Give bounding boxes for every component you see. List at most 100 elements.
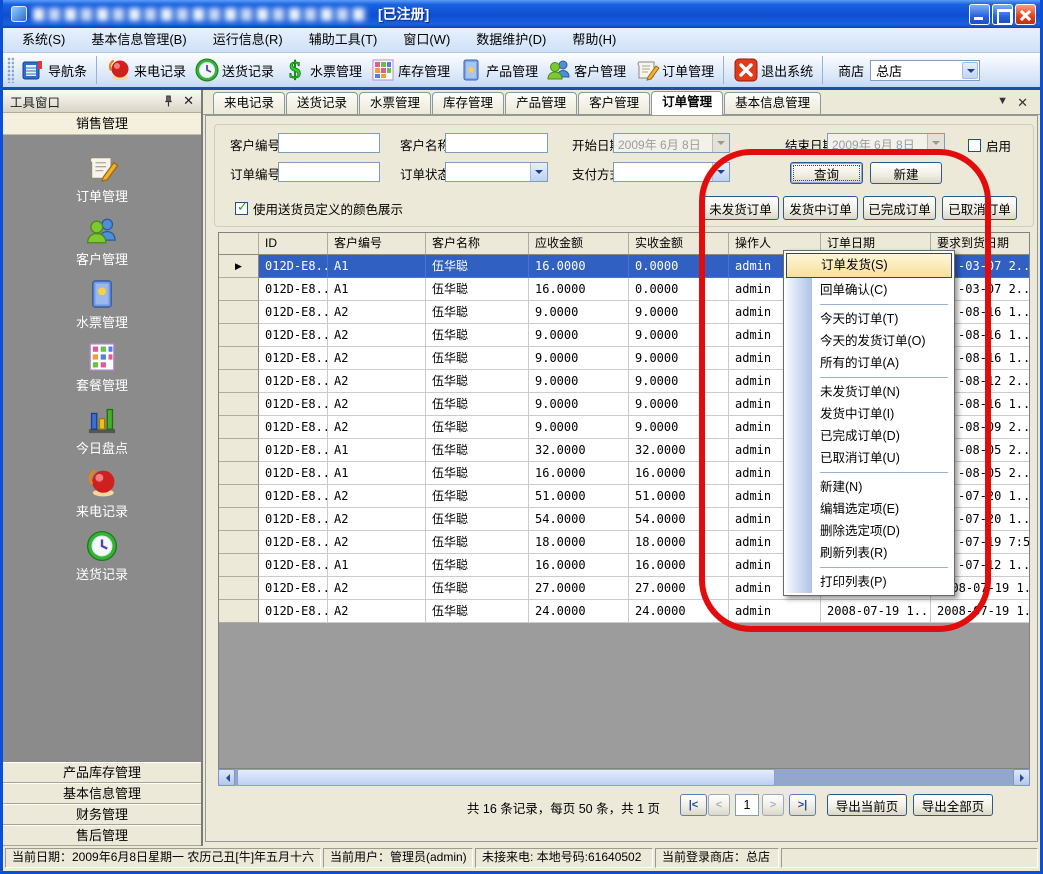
order-status-filter-button[interactable]: 未发货订单 (702, 196, 779, 220)
order-no-input[interactable] (278, 162, 380, 182)
toolbar-button[interactable]: 客户管理 (542, 55, 630, 85)
tab-item[interactable]: 客户管理 (578, 92, 650, 114)
last-page-button[interactable]: >| (789, 794, 816, 816)
column-header[interactable]: 应收金额 (529, 233, 629, 255)
row-selector-cell[interactable] (219, 600, 259, 623)
menu-item[interactable]: 运行信息(R) (200, 28, 296, 52)
menu-item[interactable]: 系统(S) (9, 28, 78, 52)
menu-item[interactable]: 基本信息管理(B) (78, 28, 199, 52)
toolbar-grip[interactable] (7, 57, 14, 83)
row-selector-cell[interactable] (219, 301, 259, 324)
row-selector-cell[interactable] (219, 554, 259, 577)
sidebar-item[interactable]: 来电记录 (76, 466, 128, 529)
row-selector-cell[interactable] (219, 347, 259, 370)
context-menu-item[interactable]: 今天的发货订单(O) (786, 330, 952, 352)
context-menu-item[interactable]: 新建(N) (786, 476, 952, 498)
enable-date-checkbox[interactable] (968, 139, 981, 152)
sidebar-item[interactable]: 水票管理 (76, 277, 128, 340)
column-header[interactable]: 客户名称 (426, 233, 529, 255)
tab-item[interactable]: 来电记录 (213, 92, 285, 114)
order-status-filter-button[interactable]: 已完成订单 (863, 196, 936, 220)
toolbar-button[interactable]: 库存管理 (366, 55, 454, 85)
order-status-select[interactable] (445, 162, 548, 182)
column-header[interactable]: 客户编号 (328, 233, 426, 255)
tab-close-icon[interactable] (1017, 95, 1028, 111)
sidebar-section-bar[interactable]: 产品库存管理 (3, 762, 201, 783)
first-page-button[interactable]: |< (680, 794, 707, 816)
minimize-button[interactable] (969, 4, 990, 25)
new-button[interactable]: 新建 (870, 162, 942, 184)
sidebar-item[interactable]: 送货记录 (76, 529, 128, 592)
tab-item[interactable]: 产品管理 (505, 92, 577, 114)
shop-select[interactable]: 总店 (870, 60, 980, 81)
sidebar-section-bar[interactable]: 财务管理 (3, 804, 201, 825)
toolbar-button[interactable]: 订单管理 (630, 55, 718, 85)
context-menu-item[interactable]: 编辑选定项(E) (786, 498, 952, 520)
query-button[interactable]: 查询 (790, 162, 863, 184)
context-menu-item[interactable]: 删除选定项(D) (786, 520, 952, 542)
context-menu-item[interactable]: 打印列表(P) (786, 571, 952, 593)
scroll-right-arrow-icon[interactable] (1013, 769, 1030, 786)
table-row[interactable]: 012D-E8...A2伍华聪24.000024.0000admin2008-0… (219, 600, 1029, 623)
sidebar-item[interactable]: 今日盘点 (76, 403, 128, 466)
row-selector-cell[interactable] (219, 485, 259, 508)
start-date-picker[interactable]: 2009年 6月 8日 (613, 133, 730, 153)
row-selector-cell[interactable] (219, 439, 259, 462)
toolbar-button[interactable]: 退出系统 (729, 55, 817, 85)
delivery-color-checkbox[interactable] (235, 202, 248, 215)
order-status-filter-button[interactable]: 发货中订单 (783, 196, 858, 220)
sidebar-section-bar[interactable]: 基本信息管理 (3, 783, 201, 804)
tab-item[interactable]: 送货记录 (286, 92, 358, 114)
menu-item[interactable]: 窗口(W) (390, 28, 463, 52)
context-menu-item[interactable]: 已取消订单(U) (786, 447, 952, 469)
context-menu-item[interactable]: 今天的订单(T) (786, 308, 952, 330)
column-header[interactable]: ID (259, 233, 328, 255)
next-page-button[interactable]: > (762, 794, 784, 816)
table-horizontal-scrollbar[interactable] (218, 769, 1030, 786)
context-menu-item[interactable]: 未发货订单(N) (786, 381, 952, 403)
column-header[interactable]: 实收金额 (629, 233, 729, 255)
row-selector-cell[interactable] (219, 577, 259, 600)
toolbar-button[interactable]: 送货记录 (190, 55, 278, 85)
customer-no-input[interactable] (278, 133, 380, 153)
scroll-left-arrow-icon[interactable] (218, 769, 235, 786)
row-selector-cell[interactable] (219, 531, 259, 554)
menu-item[interactable]: 辅助工具(T) (296, 28, 391, 52)
sidebar-close-icon[interactable] (183, 93, 194, 109)
row-selector-cell[interactable] (219, 462, 259, 485)
export-all-pages-button[interactable]: 导出全部页 (913, 794, 993, 816)
context-menu-item[interactable]: 发货中订单(I) (786, 403, 952, 425)
sidebar-section-bar[interactable]: 售后管理 (3, 825, 201, 846)
row-selector-cell[interactable] (219, 393, 259, 416)
toolbar-button[interactable]: 来电记录 (102, 55, 190, 85)
prev-page-button[interactable]: < (708, 794, 730, 816)
tab-item[interactable]: 基本信息管理 (724, 92, 821, 114)
row-selector-cell[interactable] (219, 416, 259, 439)
context-menu-item[interactable]: 回单确认(C) (786, 279, 952, 301)
pin-icon[interactable] (163, 95, 174, 108)
context-menu-item[interactable]: 订单发货(S) (786, 253, 952, 278)
maximize-button[interactable] (992, 4, 1013, 25)
row-selector-cell[interactable] (219, 370, 259, 393)
tab-dropdown-icon[interactable] (997, 95, 1008, 107)
sidebar-section-sales[interactable]: 销售管理 (3, 113, 201, 135)
context-menu-item[interactable]: 已完成订单(D) (786, 425, 952, 447)
context-menu-item[interactable]: 刷新列表(R) (786, 542, 952, 564)
end-date-picker[interactable]: 2009年 6月 8日 (827, 133, 945, 153)
row-selector-cell[interactable] (219, 278, 259, 301)
export-current-page-button[interactable]: 导出当前页 (827, 794, 907, 816)
customer-name-input[interactable] (445, 133, 548, 153)
sidebar-item[interactable]: 订单管理 (76, 151, 128, 214)
page-number-box[interactable]: 1 (735, 794, 759, 816)
row-selector-cell[interactable]: ▶ (219, 255, 259, 278)
menu-item[interactable]: 帮助(H) (559, 28, 629, 52)
pay-method-select[interactable] (613, 162, 730, 182)
scrollbar-thumb[interactable] (237, 769, 775, 786)
sidebar-item[interactable]: 客户管理 (76, 214, 128, 277)
toolbar-button[interactable]: $水票管理 (278, 55, 366, 85)
toolbar-button[interactable]: 导航条 (16, 55, 91, 85)
tab-active[interactable]: 订单管理 (651, 91, 723, 115)
context-menu-item[interactable]: 所有的订单(A) (786, 352, 952, 374)
order-status-filter-button[interactable]: 已取消订单 (942, 196, 1017, 220)
row-selector-cell[interactable] (219, 324, 259, 347)
